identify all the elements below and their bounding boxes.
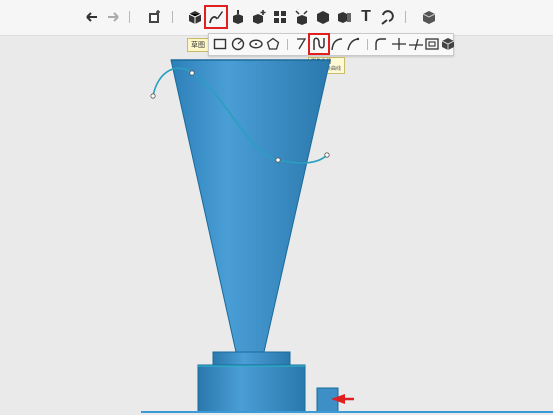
special-feature-icon[interactable]: [250, 8, 268, 26]
trim-tool-icon[interactable]: [391, 36, 407, 52]
spline-control-point: [189, 70, 195, 76]
funnel-model[interactable]: [170, 59, 331, 413]
sketch-panel-tag: 草图: [187, 38, 209, 52]
three-point-arc-tool-icon[interactable]: [345, 36, 361, 52]
undo-icon[interactable]: [83, 8, 101, 26]
toolbar-separator: [405, 11, 406, 23]
toolbar-separator: [367, 39, 368, 50]
new-sketch-icon[interactable]: [145, 8, 163, 26]
red-arrow-pointer: [331, 394, 354, 404]
sketch-toolbar: [208, 33, 456, 56]
spline-tool-icon[interactable]: [308, 33, 330, 55]
project-tool-icon[interactable]: [440, 36, 456, 52]
redo-icon[interactable]: [104, 8, 122, 26]
pattern-icon[interactable]: [271, 8, 289, 26]
extend-tool-icon[interactable]: [408, 36, 424, 52]
viewport: [141, 59, 553, 413]
ellipse-tool-icon[interactable]: [248, 36, 264, 52]
fillet-tool-icon[interactable]: [373, 36, 389, 52]
basic-shape-icon[interactable]: [186, 8, 204, 26]
offset-tool-icon[interactable]: [424, 36, 440, 52]
text-tool-icon[interactable]: T: [357, 8, 375, 26]
spline-control-point: [150, 93, 156, 99]
measure-icon[interactable]: [378, 8, 396, 26]
arc-tool-icon[interactable]: [329, 36, 345, 52]
spline-curve[interactable]: [150, 67, 330, 164]
spline-control-point: [324, 152, 330, 158]
sketch-icon[interactable]: [204, 5, 228, 29]
tooltip-title: 样条曲线: [311, 59, 332, 65]
small-block[interactable]: [316, 387, 339, 413]
tooltip-description: 创建样条曲线: [311, 66, 342, 72]
transform-icon[interactable]: [335, 8, 353, 26]
rectangle-tool-icon[interactable]: [212, 36, 228, 52]
material-icon[interactable]: [420, 8, 438, 26]
spline-tooltip: 样条曲线 创建样条曲线: [308, 57, 345, 74]
modify-icon[interactable]: [293, 8, 311, 26]
funnel-cone: [170, 59, 331, 353]
funnel-neck: [212, 351, 291, 366]
combine-icon[interactable]: [314, 8, 332, 26]
circle-tool-icon[interactable]: [230, 36, 246, 52]
toolbar-separator: [287, 39, 288, 50]
toolbar-separator: [172, 11, 173, 23]
funnel-base: [197, 364, 306, 413]
main-toolbar: T: [0, 0, 553, 36]
polygon-tool-icon[interactable]: [265, 36, 281, 52]
extrude-icon[interactable]: [229, 8, 247, 26]
line-tool-icon[interactable]: [293, 36, 309, 52]
spline-control-point: [275, 157, 281, 163]
toolbar-separator: [129, 11, 130, 23]
